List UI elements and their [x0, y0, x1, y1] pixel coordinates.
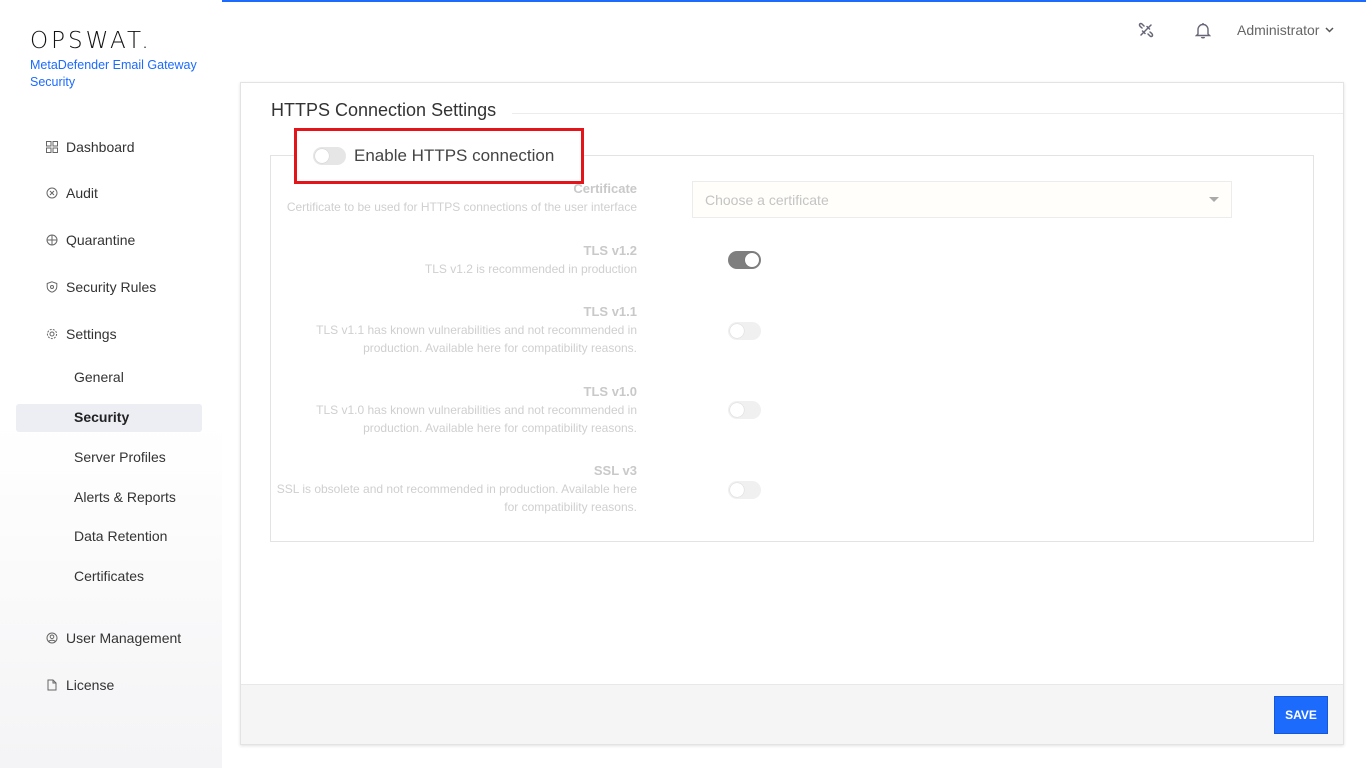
certificate-label: Certificate Certificate to be used for H… [237, 180, 637, 216]
tls11-title: TLS v1.1 [583, 304, 637, 319]
enable-https-switch[interactable] [313, 147, 346, 165]
sidebar-subitem-security[interactable]: Security [74, 405, 129, 429]
sidebar-item-user-management[interactable]: User Management [46, 626, 181, 650]
disconnect-icon[interactable] [1136, 20, 1156, 40]
sslv3-desc-line1: SSL is obsolete and not recommended in p… [276, 482, 637, 496]
sidebar-subitem-certificates[interactable]: Certificates [74, 564, 144, 588]
audit-icon [46, 187, 58, 199]
caret-down-icon [1209, 195, 1219, 205]
sidebar-item-audit[interactable]: Audit [46, 181, 98, 205]
bell-icon[interactable] [1193, 20, 1213, 40]
shield-icon [46, 281, 58, 293]
user-menu[interactable]: Administrator [1237, 20, 1334, 40]
sidebar-item-label: Settings [66, 326, 117, 342]
tls10-desc-line2: production. Available here for compatibi… [363, 421, 637, 435]
enable-https-toggle[interactable]: Enable HTTPS connection [313, 145, 554, 167]
enable-https-label: Enable HTTPS connection [354, 146, 555, 165]
sidebar-item-label: Security Rules [66, 279, 157, 295]
sidebar-item-settings[interactable]: Settings [46, 322, 117, 346]
chevron-down-icon [1325, 25, 1334, 36]
tls12-desc: TLS v1.2 is recommended in production [424, 262, 637, 276]
sidebar-item-label: License [66, 677, 115, 693]
tls10-label: TLS v1.0 TLS v1.0 has known vulnerabilit… [237, 383, 637, 437]
sidebar-item-label: Dashboard [66, 139, 135, 155]
sidebar-item-label: Quarantine [66, 232, 136, 248]
sidebar: OPSWAT. MetaDefender Email Gateway Secur… [0, 0, 222, 768]
tls11-desc-line1: TLS v1.1 has known vulnerabilities and n… [316, 323, 637, 337]
save-button[interactable]: SAVE [1274, 696, 1328, 734]
tls12-toggle[interactable] [728, 251, 761, 274]
certificate-desc: Certificate to be used for HTTPS connect… [286, 200, 637, 214]
dashboard-icon [46, 141, 58, 153]
sidebar-subitem-general[interactable]: General [74, 365, 124, 389]
tls12-title: TLS v1.2 [583, 243, 637, 258]
card-title: HTTPS Connection Settings [271, 100, 513, 121]
sslv3-toggle[interactable] [728, 481, 761, 504]
card-footer: SAVE [241, 684, 1343, 744]
tls11-toggle[interactable] [728, 322, 761, 345]
gear-icon [46, 328, 58, 340]
sidebar-item-quarantine[interactable]: Quarantine [46, 228, 135, 252]
sidebar-item-label: User Management [66, 630, 182, 646]
opswat-logo: OPSWAT. [30, 28, 152, 54]
tls10-desc-line1: TLS v1.0 has known vulnerabilities and n… [316, 403, 637, 417]
certificate-select-placeholder: Choose a certificate [705, 191, 829, 208]
tls10-toggle[interactable] [728, 401, 761, 424]
sidebar-subitem-data-retention[interactable]: Data Retention [74, 524, 167, 548]
sidebar-item-label: Audit [66, 185, 98, 201]
sidebar-subitem-alerts-reports[interactable]: Alerts & Reports [74, 485, 176, 509]
user-name: Administrator [1237, 22, 1320, 38]
certificate-select[interactable]: Choose a certificate [692, 181, 1232, 218]
sidebar-item-security-rules[interactable]: Security Rules [46, 275, 156, 299]
tls11-label: TLS v1.1 TLS v1.1 has known vulnerabilit… [237, 303, 637, 357]
sslv3-desc-line2: for compatibility reasons. [504, 500, 637, 514]
sidebar-item-license[interactable]: License [46, 673, 114, 697]
sidebar-subitem-server-profiles[interactable]: Server Profiles [74, 445, 166, 469]
tls12-label: TLS v1.2 TLS v1.2 is recommended in prod… [237, 242, 637, 278]
quarantine-icon [46, 234, 58, 246]
license-icon [46, 679, 58, 691]
sslv3-title: SSL v3 [593, 463, 637, 478]
tls11-desc-line2: production. Available here for compatibi… [363, 341, 637, 355]
https-settings-card: HTTPS Connection Settings Certificate Ce… [240, 82, 1344, 745]
product-name: MetaDefender Email Gateway Security [30, 58, 197, 89]
top-accent-bar [32, 0, 1366, 2]
sslv3-label: SSL v3 SSL is obsolete and not recommend… [237, 462, 637, 516]
sidebar-item-dashboard[interactable]: Dashboard [46, 135, 135, 159]
tls10-title: TLS v1.0 [583, 384, 637, 399]
user-management-icon [46, 632, 58, 644]
